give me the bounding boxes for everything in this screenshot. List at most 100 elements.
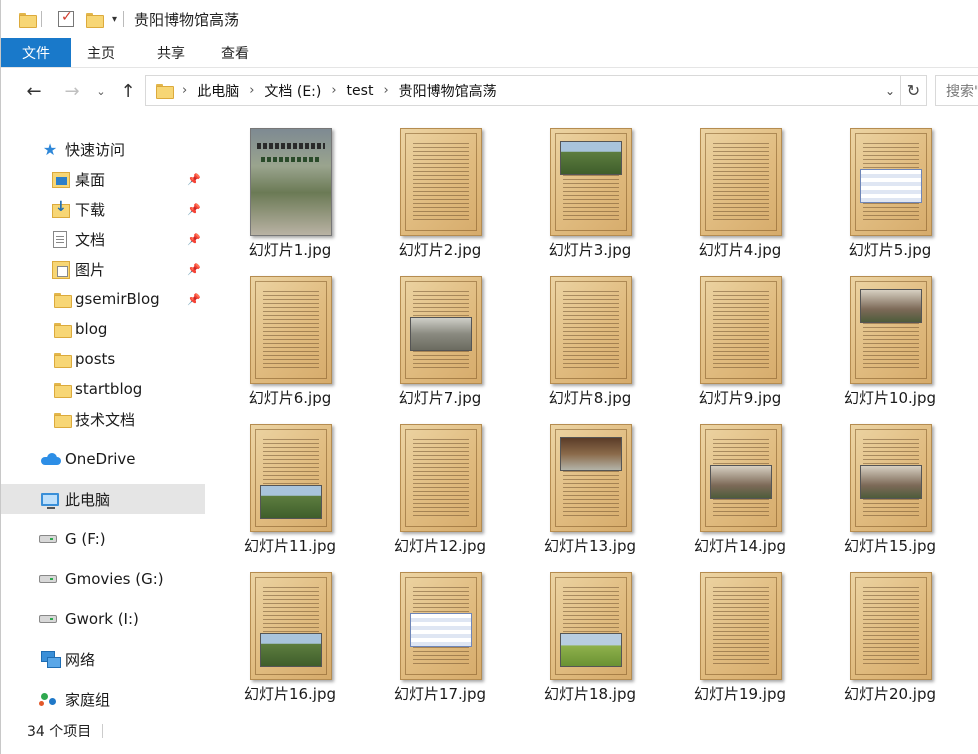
file-item[interactable]: 幻灯片17.jpg [365,557,515,705]
file-item[interactable]: 幻灯片8.jpg [515,261,665,409]
onedrive-cloud-icon [41,450,61,468]
nav-item-network[interactable]: 网络 [1,644,205,674]
file-item[interactable]: 幻灯片5.jpg [815,113,965,261]
nav-item-label: 桌面 [75,170,106,189]
item-count: 34 个项目 [27,724,92,740]
search-input[interactable]: 搜索"贵阳博物馆高荡" [935,75,978,106]
nav-item-label: Gmovies (G:) [65,570,164,588]
file-item[interactable]: 幻灯片10.jpg [815,261,965,409]
nav-item-tech-docs[interactable]: 技术文档 [1,404,205,434]
documents-icon [51,230,69,248]
pane-splitter[interactable] [208,113,209,713]
breadcrumb-current-folder[interactable]: 贵阳博物馆高荡 [399,81,497,101]
nav-item-quick-access[interactable]: ★ 快速访问 [1,134,205,164]
nav-item-drive-g[interactable]: Gmovies (G:) [1,564,205,594]
nav-item-label: OneDrive [65,450,136,468]
thumbnail-text-lines [263,291,319,369]
file-item[interactable]: 幻灯片3.jpg [515,113,665,261]
tab-home[interactable]: 主页 [71,38,137,67]
breadcrumb-documents-drive[interactable]: 文档 (E:) [264,81,321,101]
thumbnail-text-lines [713,291,769,369]
file-name: 幻灯片12.jpg [393,537,487,555]
file-item[interactable]: 幻灯片16.jpg [215,557,365,705]
folder-icon [19,12,37,28]
file-item[interactable]: 幻灯片2.jpg [365,113,515,261]
pin-icon[interactable]: 📌 [187,203,201,216]
file-item[interactable]: 幻灯片12.jpg [365,409,515,557]
nav-item-downloads[interactable]: 下载 📌 [1,194,205,224]
file-item[interactable]: 幻灯片18.jpg [515,557,665,705]
nav-item-drive-f[interactable]: G (F:) [1,524,205,554]
properties-check-icon[interactable] [58,9,74,27]
file-name: 幻灯片19.jpg [693,685,787,703]
homegroup-icon [39,690,57,708]
recent-locations-chevron-icon[interactable]: ⌄ [91,76,111,106]
image-thumbnail [400,424,482,532]
refresh-icon[interactable]: ↻ [900,76,926,105]
file-item[interactable]: 幻灯片14.jpg [665,409,815,557]
file-item[interactable]: 幻灯片19.jpg [665,557,815,705]
tab-view[interactable]: 查看 [201,38,265,67]
thumbnail-photo [560,437,622,471]
folder-icon [51,320,72,338]
forward-arrow-icon[interactable]: → [57,76,87,106]
file-explorer-window: ▾ 贵阳博物馆高荡 文件 主页 共享 查看 ← → ⌄ ↑ › 此电脑 › 文档… [0,0,978,754]
nav-item-label: 此电脑 [65,490,111,509]
nav-item-homegroup[interactable]: 家庭组 [1,684,205,713]
file-item[interactable]: 幻灯片1.jpg [215,113,365,261]
file-item[interactable]: 幻灯片11.jpg [215,409,365,557]
nav-item-label: 网络 [65,650,96,669]
image-thumbnail [550,276,632,384]
file-item[interactable]: 幻灯片7.jpg [365,261,515,409]
back-arrow-icon[interactable]: ← [19,76,49,106]
nav-item-startblog[interactable]: startblog [1,374,205,404]
file-name: 幻灯片2.jpg [398,241,482,259]
file-item[interactable]: 幻灯片13.jpg [515,409,665,557]
nav-item-onedrive[interactable]: OneDrive [1,444,205,474]
pin-icon[interactable]: 📌 [187,293,201,306]
file-item[interactable]: 幻灯片6.jpg [215,261,365,409]
file-item[interactable]: 幻灯片4.jpg [665,113,815,261]
nav-item-blog[interactable]: blog [1,314,205,344]
image-thumbnail [550,424,632,532]
nav-item-gsemirblog[interactable]: gsemirBlog 📌 [1,284,205,314]
file-item[interactable]: 幻灯片9.jpg [665,261,815,409]
image-thumbnail [400,276,482,384]
image-thumbnail [550,572,632,680]
file-name: 幻灯片10.jpg [843,389,937,407]
file-name: 幻灯片1.jpg [248,241,332,259]
nav-item-label: gsemirBlog [75,290,160,308]
image-thumbnail [850,128,932,236]
breadcrumb-test[interactable]: test [347,83,374,99]
file-name: 幻灯片17.jpg [393,685,487,703]
folder-icon [51,290,72,308]
nav-item-desktop[interactable]: 桌面 📌 [1,164,205,194]
tab-file[interactable]: 文件 [1,38,71,67]
thumbnail-text-lines [713,143,769,221]
breadcrumb-separator-icon: › [182,83,188,98]
file-item[interactable]: 幻灯片20.jpg [815,557,965,705]
address-bar[interactable]: › 此电脑 › 文档 (E:) › test › 贵阳博物馆高荡 ⌄ ↻ [145,75,927,106]
nav-item-posts[interactable]: posts [1,344,205,374]
nav-item-pictures[interactable]: 图片 📌 [1,254,205,284]
new-folder-icon[interactable] [86,12,104,28]
file-item[interactable]: 幻灯片15.jpg [815,409,965,557]
address-history-chevron-icon[interactable]: ⌄ [880,76,900,105]
quick-access-dropdown-icon[interactable]: ▾ [112,14,117,25]
pin-icon[interactable]: 📌 [187,263,201,276]
nav-item-drive-i[interactable]: Gwork (I:) [1,604,205,634]
file-name: 幻灯片11.jpg [243,537,337,555]
tab-share[interactable]: 共享 [137,38,201,67]
pin-icon[interactable]: 📌 [187,173,201,186]
up-arrow-icon[interactable]: ↑ [113,76,143,106]
thumbnail-photo [860,289,922,323]
nav-item-documents[interactable]: 文档 📌 [1,224,205,254]
nav-item-label: 图片 [75,260,106,279]
nav-item-this-pc[interactable]: 此电脑 [1,484,205,514]
thumbnail-photo [860,465,922,499]
pin-icon[interactable]: 📌 [187,233,201,246]
breadcrumb-this-pc[interactable]: 此电脑 [197,81,239,101]
folder-icon [156,84,174,99]
image-thumbnail [700,572,782,680]
image-thumbnail [400,572,482,680]
